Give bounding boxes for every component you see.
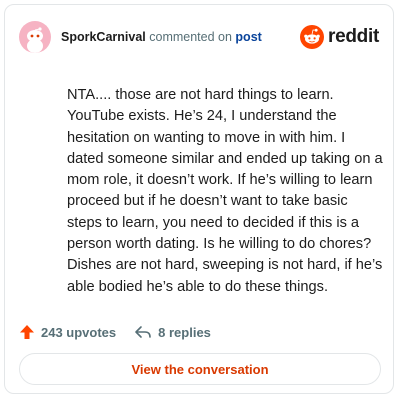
reply-count[interactable]: 8 replies — [134, 324, 211, 340]
upvote-count[interactable]: 243 upvotes — [19, 324, 116, 340]
brand-name: reddit — [328, 26, 379, 47]
comment-footer: 243 upvotes 8 replies — [19, 321, 211, 343]
reddit-logo[interactable]: reddit — [300, 25, 379, 49]
user-avatar[interactable] — [19, 21, 51, 53]
upvote-arrow-icon — [20, 325, 34, 339]
view-conversation-button[interactable]: View the conversation — [19, 353, 381, 385]
comment-body: NTA.... those are not hard things to lea… — [67, 87, 383, 295]
reply-label: 8 replies — [158, 324, 211, 340]
byline: SporkCarnival commented on post — [61, 30, 262, 44]
reply-arrow-icon — [135, 326, 151, 338]
username-link[interactable]: SporkCarnival — [61, 30, 146, 44]
comment-card: SporkCarnival commented on post reddit N… — [4, 4, 394, 394]
snoo-avatar-icon — [27, 27, 43, 53]
action-text: commented on — [149, 30, 232, 44]
upvote-label: 243 upvotes — [41, 324, 117, 340]
reddit-logo-icon — [300, 25, 325, 49]
post-link[interactable]: post — [235, 30, 261, 44]
comment-header: SporkCarnival commented on post reddit — [19, 19, 379, 55]
